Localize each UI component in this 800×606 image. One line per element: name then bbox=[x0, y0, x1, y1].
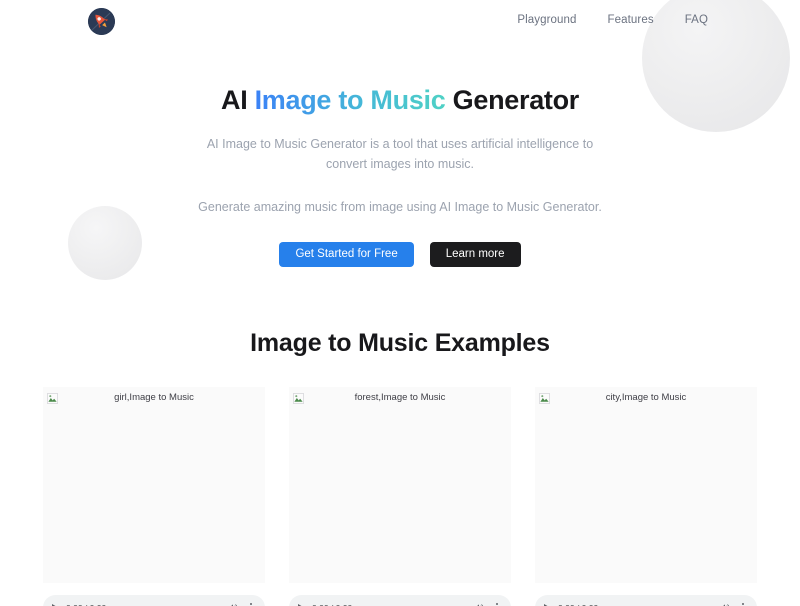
title-gradient-text: Image to Music bbox=[254, 85, 446, 115]
cta-button-row: Get Started for Free Learn more bbox=[0, 242, 800, 268]
volume-icon[interactable] bbox=[227, 602, 239, 606]
volume-icon[interactable] bbox=[473, 602, 485, 606]
example-image-city[interactable]: city,Image to Music bbox=[535, 387, 757, 584]
example-image-alt-text: forest,Image to Music bbox=[354, 392, 446, 404]
logo-link[interactable] bbox=[88, 8, 115, 35]
audio-player[interactable]: 0:00 / 0:00 bbox=[43, 595, 265, 606]
example-card: city,Image to Music 0:00 / 0:00 bbox=[535, 387, 757, 606]
audio-overflow-menu-icon[interactable] bbox=[492, 602, 502, 606]
example-image-alt-text: girl,Image to Music bbox=[114, 392, 194, 404]
nav-link-faq[interactable]: FAQ bbox=[685, 14, 708, 26]
audio-player[interactable]: 0:00 / 0:00 bbox=[535, 595, 757, 606]
example-image-girl[interactable]: girl,Image to Music bbox=[43, 387, 265, 584]
rocket-logo-icon bbox=[88, 8, 115, 35]
hero-tagline: Generate amazing music from image using … bbox=[198, 200, 602, 215]
hero-section: AI Image to Music Generator AI Image to … bbox=[0, 44, 800, 268]
hero-subtitle: AI Image to Music Generator is a tool th… bbox=[206, 136, 594, 171]
audio-overflow-menu-icon[interactable] bbox=[246, 602, 256, 606]
audio-player[interactable]: 0:00 / 0:00 bbox=[289, 595, 511, 606]
title-prefix: AI bbox=[221, 85, 255, 115]
nav-link-playground[interactable]: Playground bbox=[517, 14, 576, 26]
audio-overflow-menu-icon[interactable] bbox=[738, 602, 748, 606]
get-started-button[interactable]: Get Started for Free bbox=[279, 242, 414, 268]
example-cards-row: girl,Image to Music 0:00 / 0:00 bbox=[0, 387, 800, 606]
page-title: AI Image to Music Generator bbox=[0, 84, 800, 118]
volume-icon[interactable] bbox=[719, 602, 731, 606]
example-card: girl,Image to Music 0:00 / 0:00 bbox=[43, 387, 265, 606]
main-navigation: Playground Features FAQ bbox=[517, 14, 708, 26]
learn-more-button[interactable]: Learn more bbox=[429, 242, 521, 268]
example-image-alt-text: city,Image to Music bbox=[605, 392, 687, 404]
example-image-forest[interactable]: forest,Image to Music bbox=[289, 387, 511, 584]
examples-heading: Image to Music Examples bbox=[250, 329, 550, 358]
site-header: Playground Features FAQ bbox=[0, 0, 800, 44]
nav-link-features[interactable]: Features bbox=[608, 14, 654, 26]
example-card: forest,Image to Music 0:00 / 0:00 bbox=[289, 387, 511, 606]
examples-section: Image to Music Examples girl,Image to Mu… bbox=[0, 329, 800, 606]
title-suffix: Generator bbox=[445, 85, 580, 115]
